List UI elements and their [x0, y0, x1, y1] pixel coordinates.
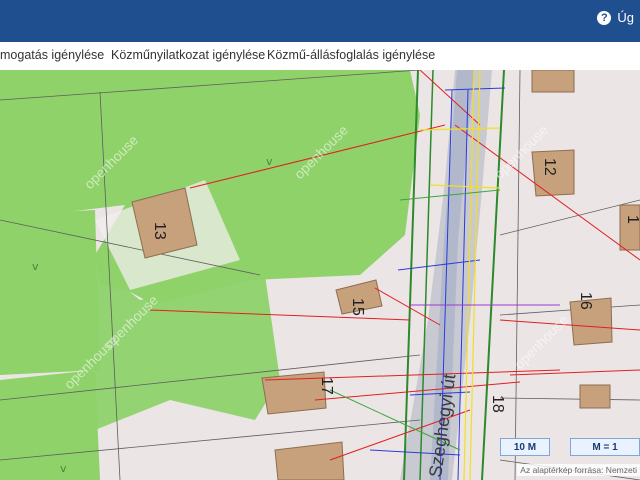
building-1x — [619, 204, 640, 251]
help-icon: ? — [597, 10, 612, 25]
tab-utility-statement[interactable]: Közműnyilatkozat igénylése — [111, 48, 265, 62]
tab-support-request[interactable]: mogatás igénylése — [0, 48, 104, 62]
house-number-1: 1 — [624, 215, 640, 224]
house-number-12: 12 — [541, 158, 558, 176]
map-ratio: M = 1 — [570, 438, 640, 456]
building-shed — [579, 384, 611, 409]
map-canvas[interactable]: 13 15 17 12 16 18 1 Szeghegyi út openhou… — [0, 70, 640, 480]
green-area-southwest — [0, 370, 100, 480]
green-area-west — [0, 210, 100, 375]
vegetation-icon: v — [266, 155, 273, 168]
service-tabs: mogatás igénylése Közműnyilatkozat igény… — [0, 42, 640, 71]
help-label: Úg — [617, 10, 634, 25]
help-link[interactable]: ? Úg — [597, 10, 634, 25]
vegetation-icon: v — [32, 260, 39, 273]
house-number-16: 16 — [577, 292, 594, 310]
house-number-15: 15 — [349, 298, 366, 316]
house-number-17: 17 — [318, 377, 335, 395]
map-view[interactable]: 13 15 17 12 16 18 1 Szeghegyi út openhou… — [0, 70, 640, 480]
house-number-13: 13 — [151, 222, 168, 240]
scale-bar: 10 M — [500, 438, 550, 456]
building-north — [531, 70, 575, 93]
tab-utility-position[interactable]: Közmű-állásfoglalás igénylése — [267, 48, 435, 62]
vegetation-icon: v — [60, 462, 67, 475]
house-number-18: 18 — [489, 395, 506, 413]
map-attribution: Az alaptérkép forrása: Nemzeti — [517, 464, 640, 476]
top-header: ? Úg — [0, 0, 640, 42]
